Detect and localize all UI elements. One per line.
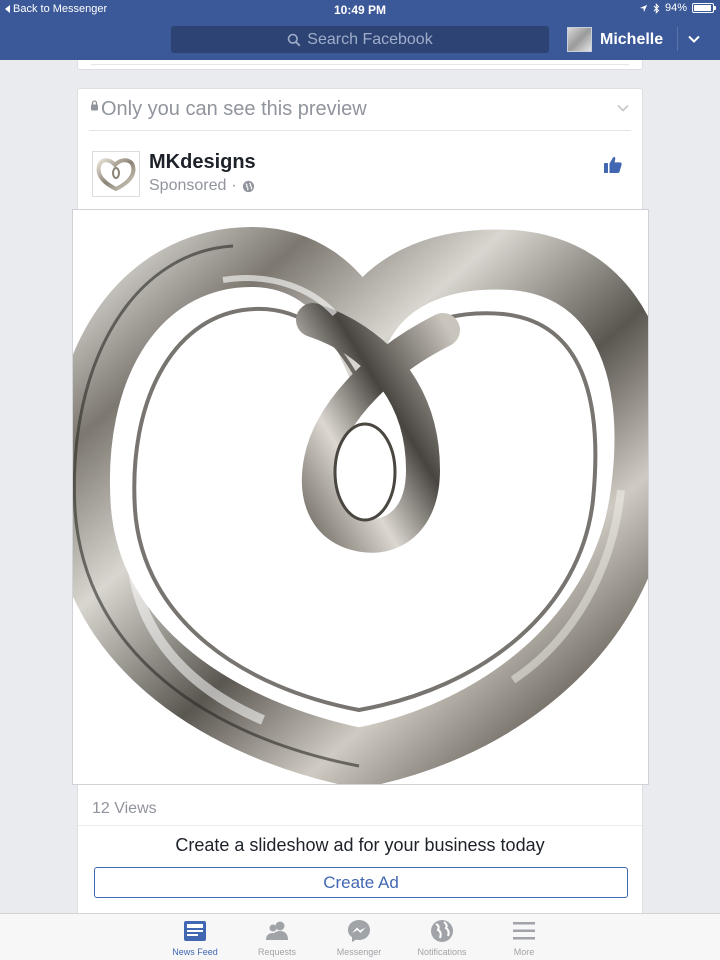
clock: 10:49 PM bbox=[333, 3, 387, 17]
news-feed-icon bbox=[184, 921, 206, 941]
messenger-icon bbox=[348, 920, 370, 942]
silver-heart-sculpture-image bbox=[73, 210, 648, 784]
tab-label: Notifications bbox=[417, 947, 467, 957]
previous-story-card bbox=[77, 60, 643, 70]
view-count: 12 Views bbox=[92, 800, 157, 817]
avatar bbox=[567, 27, 592, 52]
create-ad-button[interactable]: Create Ad bbox=[94, 867, 628, 898]
search-input[interactable]: Search Facebook bbox=[171, 26, 549, 53]
tab-news-feed[interactable]: News Feed bbox=[159, 918, 231, 957]
tab-messenger[interactable]: Messenger bbox=[323, 918, 395, 957]
page-name[interactable]: MKdesigns bbox=[149, 151, 256, 174]
ad-image-heart-sculpture[interactable] bbox=[72, 209, 649, 785]
views-divider bbox=[78, 825, 642, 826]
slideshow-cta-text: Create a slideshow ad for your business … bbox=[175, 835, 545, 855]
ad-preview-card: Only you can see this preview MKdesigns … bbox=[72, 88, 649, 914]
header-divider bbox=[677, 27, 678, 51]
card-divider bbox=[89, 130, 631, 131]
status-bar: Back to Messenger 10:49 PM 94% bbox=[0, 0, 720, 20]
sponsored-text: Sponsored bbox=[149, 177, 227, 194]
profile-link[interactable]: Michelle bbox=[567, 27, 663, 52]
status-indicators: 94% bbox=[639, 2, 716, 14]
dot-separator: · bbox=[231, 177, 237, 194]
privacy-notice: Only you can see this preview bbox=[90, 98, 367, 121]
sponsored-label: Sponsored · bbox=[149, 177, 255, 195]
tab-more[interactable]: More bbox=[488, 918, 560, 957]
more-menu-icon bbox=[513, 922, 535, 940]
requests-icon bbox=[266, 921, 288, 940]
top-navigation-bar: Back to Messenger 10:49 PM 94% Search Fa… bbox=[0, 0, 720, 60]
user-name: Michelle bbox=[600, 30, 664, 48]
tab-label: Messenger bbox=[336, 947, 382, 957]
page-logo[interactable] bbox=[92, 151, 140, 197]
tab-label: News Feed bbox=[172, 947, 218, 957]
location-arrow-icon bbox=[639, 4, 648, 12]
chevron-down-icon[interactable] bbox=[686, 31, 702, 47]
search-placeholder: Search Facebook bbox=[307, 30, 433, 48]
like-page-thumbs-up-icon[interactable] bbox=[603, 155, 623, 175]
lock-icon bbox=[91, 100, 98, 111]
post-options-chevron-icon[interactable] bbox=[616, 103, 630, 113]
tab-label: More bbox=[513, 947, 535, 957]
heart-logo-icon bbox=[96, 158, 136, 192]
search-icon bbox=[287, 33, 301, 46]
tab-label: Requests bbox=[257, 947, 297, 957]
notifications-globe-icon bbox=[431, 920, 453, 942]
bluetooth-icon bbox=[653, 2, 660, 14]
tab-requests[interactable]: Requests bbox=[241, 918, 313, 957]
privacy-notice-text: Only you can see this preview bbox=[101, 98, 367, 120]
globe-icon bbox=[242, 180, 254, 192]
tab-notifications[interactable]: Notifications bbox=[406, 918, 478, 957]
bottom-tab-bar: News Feed Requests Messenger Notificatio… bbox=[0, 913, 720, 960]
battery-icon bbox=[692, 3, 716, 13]
battery-percentage: 94% bbox=[664, 2, 687, 14]
